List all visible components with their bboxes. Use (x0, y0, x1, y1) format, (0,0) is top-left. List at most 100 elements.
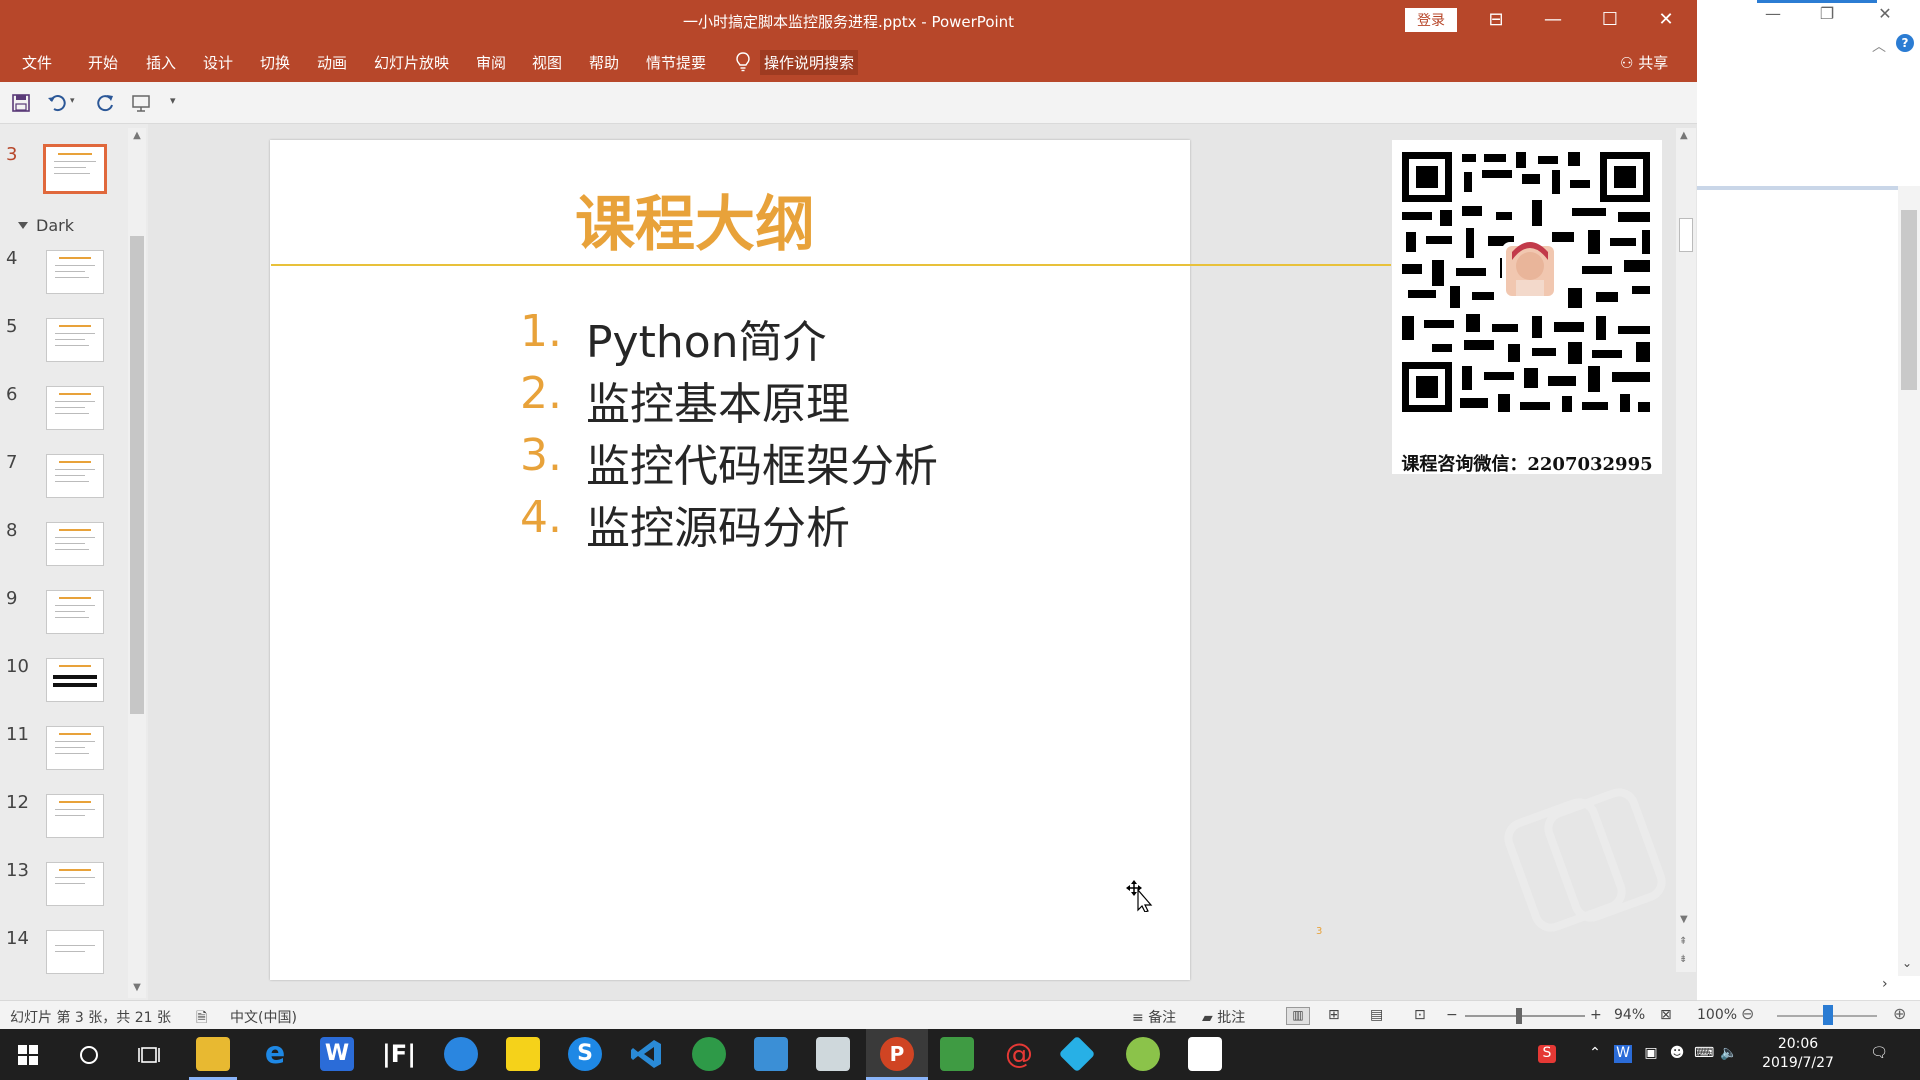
slide-thumbnail-8[interactable] (46, 522, 104, 566)
minimize-icon[interactable]: — (1525, 0, 1581, 42)
maximize-icon[interactable]: ☐ (1582, 0, 1638, 42)
zoom-out-icon[interactable]: − (1446, 1007, 1458, 1023)
slide-title[interactable]: 课程大纲 (0, 176, 1390, 263)
input-method-icon[interactable]: ⌨ (1694, 1045, 1714, 1063)
wps-writer-icon[interactable]: W (320, 1037, 354, 1071)
qr-code-image[interactable] (1392, 140, 1662, 474)
background-zoom-handle[interactable] (1823, 1005, 1833, 1025)
vscode-icon[interactable] (630, 1037, 664, 1071)
ribbon-display-icon[interactable]: ⊟ (1468, 0, 1524, 42)
scroll-right-icon[interactable]: › (1882, 976, 1888, 992)
zoom-slider[interactable] (1465, 1015, 1585, 1017)
slide-thumbnail-7[interactable] (46, 454, 104, 498)
slide-sorter-icon[interactable]: ⊞ (1328, 1007, 1340, 1023)
tab-help[interactable]: 帮助 (589, 52, 619, 73)
thumbnail-scroll-thumb[interactable] (130, 236, 144, 714)
slide-thumbnail-5[interactable] (46, 318, 104, 362)
draw-app-icon[interactable] (1058, 1035, 1096, 1073)
undo-dropdown-icon[interactable]: ▾ (70, 96, 75, 106)
slide-thumbnail-9[interactable] (46, 590, 104, 634)
snail-app-icon[interactable]: @ (1002, 1037, 1036, 1071)
virtualbox-icon[interactable] (754, 1037, 788, 1071)
zoom-slider-handle[interactable] (1516, 1008, 1522, 1024)
tell-me-search[interactable]: 操作说明搜索 (760, 50, 859, 75)
tab-transitions[interactable]: 切换 (260, 52, 290, 73)
fit-to-window-icon[interactable]: ⊠ (1660, 1007, 1672, 1023)
background-scroll-thumb[interactable] (1901, 210, 1917, 390)
list-item[interactable]: 监控基本原理 (586, 368, 850, 432)
tab-home[interactable]: 开始 (88, 52, 118, 73)
slide-thumbnail-12[interactable] (46, 794, 104, 838)
minimize-icon[interactable]: — (1753, 4, 1793, 26)
search-icon[interactable] (78, 1044, 100, 1066)
save-icon[interactable] (10, 92, 32, 114)
windows-start-icon[interactable] (18, 1045, 38, 1065)
tab-storyboard[interactable]: 情节提要 (646, 52, 706, 73)
editor-scroll-thumb[interactable] (1679, 218, 1693, 252)
scroll-down-icon[interactable]: ⌄ (1902, 956, 1912, 970)
restore-icon[interactable]: ❐ (1807, 4, 1847, 26)
wps-tray-icon[interactable]: W (1614, 1045, 1632, 1063)
scroll-up-icon[interactable]: ▲ (130, 130, 144, 144)
sogou-input-icon[interactable]: S (1538, 1045, 1556, 1063)
redo-icon[interactable] (94, 92, 116, 114)
next-slide-icon[interactable]: ⇟ (1679, 954, 1687, 965)
tab-slideshow[interactable]: 幻灯片放映 (374, 52, 449, 73)
zoom-in-icon[interactable]: ⊕ (1893, 1004, 1906, 1023)
browser-app-icon[interactable] (444, 1037, 478, 1071)
tab-view[interactable]: 视图 (532, 52, 562, 73)
list-item[interactable]: Python简介 (586, 306, 827, 370)
zoom-level[interactable]: 94% (1614, 1007, 1645, 1023)
remote-desktop-icon[interactable] (816, 1037, 850, 1071)
network-icon[interactable]: ▣ (1642, 1045, 1660, 1063)
close-icon[interactable]: ✕ (1638, 0, 1694, 42)
scroll-up-icon[interactable]: ▲ (1680, 130, 1688, 141)
slideshow-from-start-icon[interactable] (130, 92, 152, 114)
slide-thumbnail-13[interactable] (46, 862, 104, 906)
tab-design[interactable]: 设计 (203, 52, 233, 73)
show-hidden-icons[interactable]: ⌃ (1586, 1045, 1604, 1063)
volume-icon[interactable]: 🔈 (1720, 1045, 1738, 1063)
slideshow-view-icon[interactable]: ⊡ (1414, 1007, 1426, 1023)
ide-app-icon[interactable]: |F| (382, 1037, 416, 1071)
language-indicator[interactable]: 中文(中国) (230, 1007, 297, 1027)
customize-toolbar-icon[interactable]: ▾ (170, 94, 176, 107)
spreadsheet-icon[interactable] (940, 1037, 974, 1071)
help-icon[interactable]: ? (1896, 34, 1914, 52)
paint-app-icon[interactable] (1126, 1037, 1160, 1071)
system-clock[interactable]: 20:06 2019/7/27 (1748, 1035, 1848, 1073)
slide-canvas[interactable] (270, 140, 1190, 980)
background-scrollbar[interactable] (1898, 186, 1920, 976)
media-player-icon[interactable] (506, 1037, 540, 1071)
slide-thumbnail-11[interactable] (46, 726, 104, 770)
spellcheck-icon[interactable]: 🗎 (196, 1007, 207, 1031)
collapse-ribbon-icon[interactable]: ︿ (1872, 36, 1886, 56)
reading-view-icon[interactable]: ▤ (1370, 1007, 1383, 1023)
undo-icon[interactable] (46, 92, 68, 114)
tab-animations[interactable]: 动画 (317, 52, 347, 73)
notes-button[interactable]: ≡ 备注 (1132, 1007, 1176, 1027)
task-view-icon[interactable] (138, 1044, 160, 1066)
slide-thumbnail-10[interactable] (46, 658, 104, 702)
qq-tray-icon[interactable]: ☻ (1668, 1045, 1686, 1063)
scroll-down-icon[interactable]: ▼ (130, 982, 144, 996)
tab-file[interactable]: 文件 (22, 52, 52, 73)
sogou-icon[interactable]: S (568, 1037, 602, 1071)
slide-thumbnail-14[interactable] (46, 930, 104, 974)
close-icon[interactable]: ✕ (1865, 4, 1905, 26)
network-app-icon[interactable] (692, 1037, 726, 1071)
tab-insert[interactable]: 插入 (146, 52, 176, 73)
zoom-out-icon[interactable]: ⊖ (1741, 1004, 1754, 1023)
sync-app-icon[interactable] (1188, 1037, 1222, 1071)
zoom-in-icon[interactable]: + (1590, 1007, 1602, 1023)
notification-icon[interactable]: 🗨 (1870, 1045, 1888, 1063)
normal-view-icon[interactable]: ▥ (1286, 1007, 1310, 1025)
slide-thumbnail-6[interactable] (46, 386, 104, 430)
login-button[interactable]: 登录 (1405, 8, 1457, 32)
list-item[interactable]: 监控代码框架分析 (586, 430, 938, 494)
file-explorer-icon[interactable] (196, 1037, 230, 1071)
comments-button[interactable]: ▰ 批注 (1202, 1007, 1245, 1027)
tab-review[interactable]: 审阅 (476, 52, 506, 73)
share-button[interactable]: ⚇ 共享 (1620, 52, 1668, 73)
powerpoint-icon[interactable]: P (880, 1037, 914, 1071)
